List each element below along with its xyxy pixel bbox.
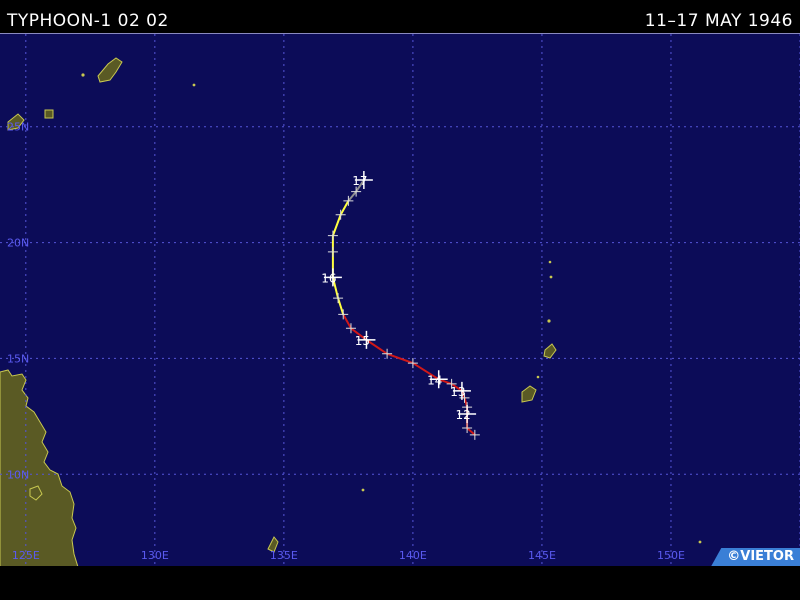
day-label: 17 bbox=[352, 174, 367, 188]
lon-label: 145E bbox=[528, 549, 556, 562]
date-range: 11–17 MAY 1946 bbox=[644, 11, 793, 31]
map-frame[interactable]: 125E130E135E140E145E150E155E10N15N20N25N… bbox=[0, 33, 800, 567]
land-mariana-b bbox=[549, 275, 553, 279]
land-islet-b bbox=[192, 83, 196, 87]
land-islet-d bbox=[698, 540, 702, 544]
lat-label: 20N bbox=[7, 237, 29, 250]
lat-label: 25N bbox=[7, 121, 29, 134]
land-mariana-a bbox=[547, 319, 551, 323]
day-label: 14 bbox=[427, 373, 442, 387]
ocean-background bbox=[0, 34, 800, 567]
lon-label: 150E bbox=[657, 549, 685, 562]
track-map[interactable]: 125E130E135E140E145E150E155E10N15N20N25N… bbox=[0, 34, 800, 567]
lon-label: 140E bbox=[399, 549, 427, 562]
lon-label: 135E bbox=[270, 549, 298, 562]
lon-label: 125E bbox=[12, 549, 40, 562]
bottom-bar bbox=[0, 566, 800, 600]
land-ryukyu-islet bbox=[44, 109, 54, 119]
land-islet-a bbox=[81, 73, 85, 77]
day-label: 13 bbox=[450, 385, 465, 399]
lat-label: 10N bbox=[7, 468, 29, 481]
credit-badge: ©VIETOR bbox=[711, 548, 800, 566]
title-bar: TYPHOON-1 02 02 11–17 MAY 1946 bbox=[0, 0, 800, 33]
land-mariana-c bbox=[548, 260, 552, 264]
land-mariana-d bbox=[536, 375, 540, 379]
day-label: 12 bbox=[455, 408, 470, 422]
day-label: 16 bbox=[321, 271, 336, 285]
storm-title: TYPHOON-1 02 02 bbox=[7, 11, 169, 31]
day-label: 15 bbox=[355, 334, 370, 348]
lon-label: 130E bbox=[141, 549, 169, 562]
lat-label: 15N bbox=[7, 352, 29, 365]
land-islet-c bbox=[361, 488, 365, 492]
